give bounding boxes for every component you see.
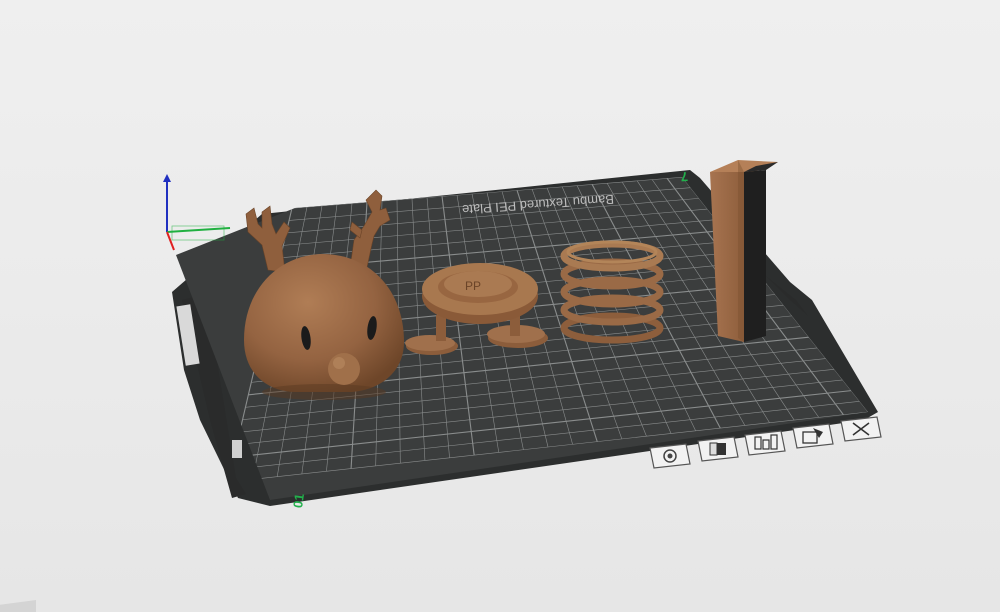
- orient-icon[interactable]: [697, 436, 739, 462]
- svg-text:PP: PP: [465, 279, 481, 293]
- axis-marker-left: 01: [290, 493, 307, 509]
- view-camera-icon[interactable]: [649, 443, 691, 469]
- 3d-viewport[interactable]: Bambu Textured PEI Plate 01 7 PP: [0, 0, 1000, 612]
- build-plate-scene[interactable]: Bambu Textured PEI Plate 01 7 PP: [0, 0, 1000, 612]
- delete-plate-icon[interactable]: [840, 416, 882, 442]
- axis-marker-right: 7: [680, 169, 688, 184]
- plate-tag-icon: [232, 440, 242, 458]
- arrange-icon[interactable]: [744, 430, 786, 456]
- plate-settings-icon[interactable]: [792, 423, 834, 449]
